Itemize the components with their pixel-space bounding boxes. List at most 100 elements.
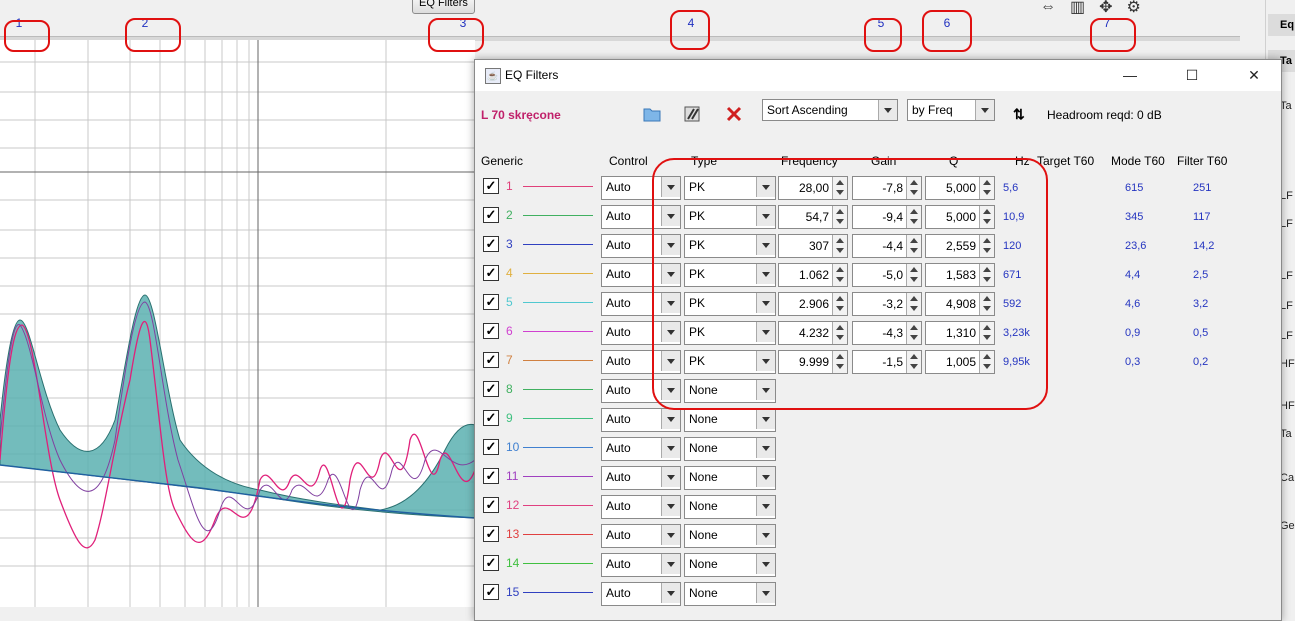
filter-color-line: [523, 534, 593, 535]
control-select[interactable]: Auto: [601, 466, 681, 490]
filter-enable-checkbox[interactable]: ✓: [483, 381, 499, 397]
col-filter-t60: Filter T60: [1177, 154, 1228, 168]
filter-number: 15: [506, 585, 520, 599]
mode-t60-value: 0,3: [1125, 356, 1141, 368]
type-select[interactable]: None: [684, 437, 776, 461]
chevron-down-icon: [661, 409, 680, 429]
col-target-t60: Target T60: [1037, 154, 1095, 168]
filter-enable-checkbox[interactable]: ✓: [483, 439, 499, 455]
col-control: Control: [609, 154, 648, 168]
filter-number: 1: [506, 179, 513, 193]
zoom-icon[interactable]: ⇔: [1040, 0, 1056, 16]
filter-enable-checkbox[interactable]: ✓: [483, 265, 499, 281]
annotation-circle: [4, 20, 50, 52]
filter-color-line: [523, 331, 593, 332]
sort-order-select[interactable]: Sort Ascending: [762, 99, 898, 121]
frequency-response-graph[interactable]: [0, 40, 475, 607]
filter-color-line: [523, 447, 593, 448]
filter-enable-checkbox[interactable]: ✓: [483, 497, 499, 513]
sort-by-select[interactable]: by Freq: [907, 99, 995, 121]
control-select[interactable]: Auto: [601, 437, 681, 461]
type-select[interactable]: None: [684, 553, 776, 577]
chevron-down-icon: [878, 100, 897, 120]
filter-enable-checkbox[interactable]: ✓: [483, 410, 499, 426]
chevron-down-icon: [756, 554, 775, 574]
panel-label: HF: [1280, 400, 1295, 412]
dialog-title: EQ Filters: [505, 68, 559, 82]
mode-t60-value: 4,6: [1125, 298, 1141, 310]
filter-enable-checkbox[interactable]: ✓: [483, 526, 499, 542]
filter-row: ✓ 15 Auto None: [475, 580, 1281, 609]
annotation-circle: [922, 10, 972, 52]
filter-color-line: [523, 360, 593, 361]
type-select[interactable]: None: [684, 466, 776, 490]
eq-filters-button[interactable]: EQ Filters: [412, 0, 475, 14]
panel-label: HF: [1280, 358, 1295, 370]
folder-icon[interactable]: [643, 105, 661, 123]
chevron-down-icon: [661, 525, 680, 545]
mode-t60-value: 4,4: [1125, 269, 1141, 281]
mode-t60-value: 23,6: [1125, 240, 1147, 252]
filter-color-line: [523, 476, 593, 477]
annotation-circle: [864, 18, 902, 52]
annotation-circle: [1090, 18, 1136, 52]
filter-enable-checkbox[interactable]: ✓: [483, 294, 499, 310]
fit-arrows-icon[interactable]: ✥: [1099, 0, 1112, 17]
measurement-name: L 70 skręcone: [481, 108, 561, 122]
col-mode-t60: Mode T60: [1111, 154, 1165, 168]
type-select[interactable]: None: [684, 408, 776, 432]
filter-number: 9: [506, 411, 513, 425]
panel-header: Eq: [1268, 14, 1295, 36]
control-select[interactable]: Auto: [601, 524, 681, 548]
type-select[interactable]: None: [684, 524, 776, 548]
chevron-down-icon: [756, 467, 775, 487]
filter-t60-value: 117: [1193, 211, 1211, 223]
filter-row: ✓ 13 Auto None: [475, 522, 1281, 551]
filter-row: ✓ 11 Auto None: [475, 464, 1281, 493]
filter-color-line: [523, 273, 593, 274]
mode-t60-value: 615: [1125, 182, 1144, 194]
filter-color-line: [523, 302, 593, 303]
filter-color-line: [523, 505, 593, 506]
minimize-button[interactable]: —: [1115, 64, 1145, 86]
filter-enable-checkbox[interactable]: ✓: [483, 178, 499, 194]
sort-arrows-icon[interactable]: ⇅: [1013, 106, 1025, 123]
type-select[interactable]: None: [684, 495, 776, 519]
filter-number: 5: [506, 295, 513, 309]
dialog-titlebar[interactable]: ☕ EQ Filters — ☐ ✕: [475, 60, 1281, 91]
filter-number: 8: [506, 382, 513, 396]
filter-enable-checkbox[interactable]: ✓: [483, 584, 499, 600]
chevron-down-icon: [661, 496, 680, 516]
filter-enable-checkbox[interactable]: ✓: [483, 207, 499, 223]
mode-t60-value: 0,9: [1125, 327, 1141, 339]
save-filters-icon[interactable]: [683, 105, 701, 123]
filter-number: 12: [506, 498, 520, 512]
chevron-down-icon: [756, 583, 775, 603]
gear-icon[interactable]: ⚙: [1127, 0, 1141, 17]
control-select[interactable]: Auto: [601, 408, 681, 432]
chevron-down-icon: [756, 525, 775, 545]
chevron-down-icon: [661, 554, 680, 574]
chevron-down-icon: [756, 438, 775, 458]
filter-enable-checkbox[interactable]: ✓: [483, 236, 499, 252]
filter-row: ✓ 10 Auto None: [475, 435, 1281, 464]
filter-enable-checkbox[interactable]: ✓: [483, 352, 499, 368]
control-select[interactable]: Auto: [601, 495, 681, 519]
filter-enable-checkbox[interactable]: ✓: [483, 555, 499, 571]
close-button[interactable]: ✕: [1239, 64, 1269, 86]
filter-enable-checkbox[interactable]: ✓: [483, 468, 499, 484]
filter-enable-checkbox[interactable]: ✓: [483, 323, 499, 339]
delete-icon[interactable]: [725, 105, 743, 123]
maximize-button[interactable]: ☐: [1177, 64, 1207, 86]
filter-number: 4: [506, 266, 513, 280]
filter-t60-value: 2,5: [1193, 269, 1209, 281]
control-select[interactable]: Auto: [601, 582, 681, 606]
filter-row: ✓ 9 Auto None: [475, 406, 1281, 435]
control-select[interactable]: Auto: [601, 553, 681, 577]
filter-row: ✓ 14 Auto None: [475, 551, 1281, 580]
columns-icon[interactable]: ▥: [1070, 0, 1085, 17]
filter-t60-value: 251: [1193, 182, 1212, 194]
type-select[interactable]: None: [684, 582, 776, 606]
filter-color-line: [523, 244, 593, 245]
filter-color-line: [523, 563, 593, 564]
